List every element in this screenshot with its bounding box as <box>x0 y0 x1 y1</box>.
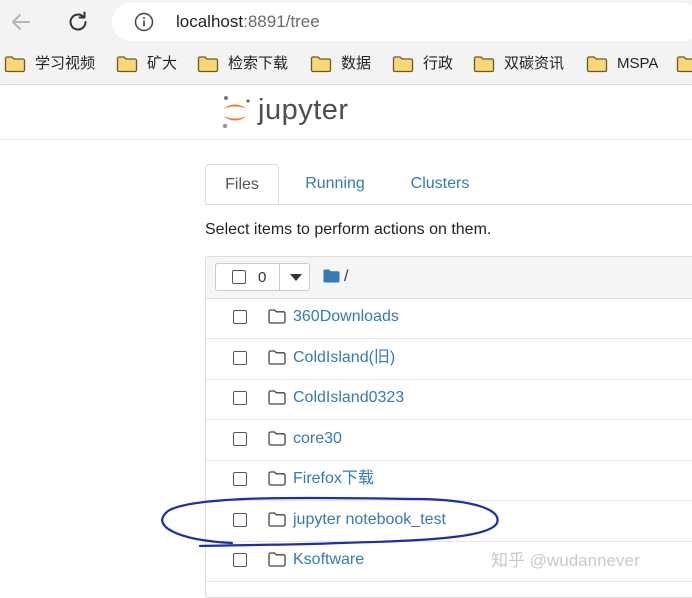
folder-solid-icon[interactable] <box>323 269 340 283</box>
folder-icon <box>116 56 138 73</box>
bookmark-label: MSPA <box>617 55 659 72</box>
row-checkbox[interactable] <box>233 472 247 486</box>
folder-icon <box>4 56 26 73</box>
row-checkbox[interactable] <box>233 553 247 567</box>
file-name-link[interactable]: 360Downloads <box>293 307 399 327</box>
bookmark-label: 检索下载 <box>228 55 289 72</box>
reload-button[interactable] <box>65 9 91 35</box>
url-path: :8891/tree <box>243 12 320 31</box>
url-text: localhost:8891/tree <box>176 11 320 33</box>
row-checkbox[interactable] <box>233 391 247 405</box>
bookmarks-bar: 学习视频 矿大 检索下载 数据 行政 双碳资讯 MSPA <box>0 44 692 85</box>
selection-hint: Select items to perform actions on them. <box>205 221 492 238</box>
folder-icon <box>197 56 219 73</box>
url-host: localhost <box>176 12 244 31</box>
jupyter-logo-text: jupyter <box>258 94 349 126</box>
file-row[interactable]: ColdIsland(旧) <box>206 339 692 380</box>
watermark: 知乎 @wudannever <box>491 551 640 570</box>
file-name-link[interactable]: Ksoftware <box>293 550 364 570</box>
back-button[interactable] <box>8 9 34 35</box>
select-all-checkbox[interactable] <box>232 270 246 284</box>
row-checkbox[interactable] <box>233 310 247 324</box>
tab-files[interactable]: Files <box>205 164 279 204</box>
browser-toolbar: localhost:8891/tree <box>0 0 692 44</box>
file-name-link[interactable]: ColdIsland(旧) <box>293 348 395 368</box>
breadcrumb[interactable]: / <box>344 267 348 287</box>
folder-icon <box>586 56 608 73</box>
file-name-link[interactable]: core30 <box>293 429 342 449</box>
file-row[interactable]: jupyter notebook_test <box>206 501 692 542</box>
bookmark-label: 数据 <box>341 55 372 72</box>
bookmark-label: 矿大 <box>147 55 178 72</box>
folder-icon <box>268 309 286 324</box>
file-name-link[interactable]: ColdIsland0323 <box>293 388 404 408</box>
tab-clusters[interactable]: Clusters <box>395 164 485 204</box>
select-all-group: 0 <box>215 263 310 291</box>
file-name-link[interactable]: Firefox下载 <box>293 469 374 489</box>
tab-bar: Files Running Clusters <box>205 164 692 205</box>
caret-down-icon <box>290 274 302 281</box>
folder-icon <box>268 390 286 405</box>
folder-icon <box>268 512 286 527</box>
folder-icon <box>392 56 414 73</box>
file-row[interactable]: Firefox下载 <box>206 460 692 501</box>
selected-count: 0 <box>258 269 267 286</box>
tab-running[interactable]: Running <box>289 164 381 204</box>
folder-icon <box>310 56 332 73</box>
jupyter-logo-icon[interactable] <box>219 94 253 130</box>
row-checkbox[interactable] <box>233 432 247 446</box>
bookmark-label: 行政 <box>423 55 454 72</box>
row-checkbox[interactable] <box>233 513 247 527</box>
row-checkbox[interactable] <box>233 351 247 365</box>
info-icon[interactable] <box>134 12 154 32</box>
file-row[interactable]: core30 <box>206 420 692 461</box>
folder-icon <box>268 350 286 365</box>
file-name-link[interactable]: jupyter notebook_test <box>293 510 446 530</box>
file-row[interactable]: ColdIsland0323 <box>206 379 692 420</box>
folder-icon <box>268 431 286 446</box>
jupyter-header: jupyter <box>0 85 692 140</box>
bookmark-label: 双碳资讯 <box>504 55 565 72</box>
bookmark-label: 学习视频 <box>35 55 96 72</box>
file-list-header: 0 / <box>206 257 692 299</box>
arrow-left-icon <box>12 14 30 30</box>
select-menu-dropdown[interactable] <box>279 263 311 291</box>
file-list: 0 / 360Downloads ColdIsland(旧) ColdIslan… <box>205 256 692 598</box>
reload-icon <box>69 11 87 31</box>
folder-icon <box>268 471 286 486</box>
folder-icon <box>676 56 692 73</box>
folder-icon <box>268 552 286 567</box>
address-bar[interactable]: localhost:8891/tree <box>112 3 692 41</box>
file-row[interactable]: 360Downloads <box>206 298 692 339</box>
folder-icon <box>473 56 495 73</box>
